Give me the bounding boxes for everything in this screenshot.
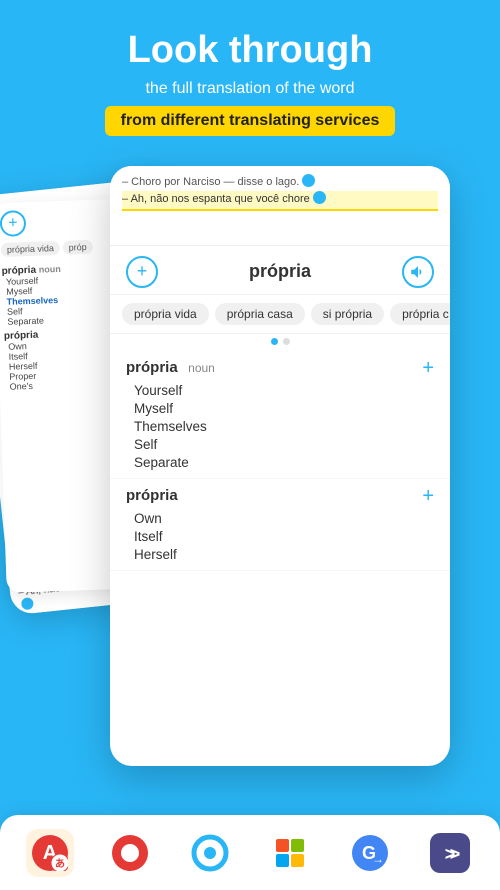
overlay-icon — [21, 597, 34, 610]
entry-item-itself[interactable]: Itself — [134, 528, 434, 546]
dict-panel: + própria própria vida própria casa si p… — [110, 246, 450, 571]
sidebar-panel-inner: + própria vida próp própria noun Yoursel… — [0, 199, 120, 400]
entry-word-2: própria — [126, 487, 178, 504]
tab-propria-vida[interactable]: própria vida — [122, 303, 209, 325]
subheadline: the full translation of the word — [20, 80, 480, 98]
win-sq-blue — [276, 854, 289, 867]
sidebar-pills: própria vida próp — [1, 239, 110, 263]
add-circle-btn[interactable]: + — [126, 256, 158, 288]
entry-item-yourself[interactable]: Yourself — [134, 382, 434, 400]
app-a-svg: A あ — [32, 835, 68, 871]
top-section: Look through the full translation of the… — [0, 0, 500, 156]
windows-grid — [276, 839, 304, 867]
dot-active — [271, 338, 278, 345]
app-git-icon[interactable]: > > — [426, 829, 474, 877]
entry-items-1: Yourself Myself Themselves Self Separate — [126, 382, 434, 472]
tab-propria-c[interactable]: própria c — [390, 303, 450, 325]
entry-word-1: própria — [126, 359, 178, 376]
entry-header-2: própria + — [126, 485, 434, 508]
entry-block-2: própria + Own Itself Herself — [110, 479, 450, 571]
speaker-btn[interactable] — [402, 256, 434, 288]
tabs-row: própria vida própria casa si própria pró… — [110, 295, 450, 334]
git-svg: > > — [430, 833, 470, 873]
front-top-context: – Choro por Narciso — disse o lago. – Ah… — [110, 166, 450, 246]
tab-si-propria[interactable]: si própria — [311, 303, 384, 325]
win-sq-green — [291, 839, 304, 852]
context-icon-2 — [313, 191, 326, 204]
dict-word: própria — [158, 261, 402, 282]
entry-pos-1: noun — [188, 361, 215, 375]
entry-header-1: própria noun + — [126, 357, 434, 380]
phone-front: – Choro por Narciso — disse o lago. – Ah… — [110, 166, 450, 766]
app-ring-icon[interactable] — [186, 829, 234, 877]
google-translate-svg: G → — [350, 833, 390, 873]
context-line-1: – Choro por Narciso — disse o lago. — [122, 174, 438, 192]
entry-add-btn-2[interactable]: + — [422, 485, 434, 508]
entry-item-myself[interactable]: Myself — [134, 400, 434, 418]
highlight-bar: from different translating services — [105, 106, 396, 136]
phone-area: 2:02 ▲▼◻ 16% rose, it salgadas. – Por qu… — [0, 166, 500, 786]
context-highlighted-line: – Ah, não nos espanta que você chore — [122, 191, 438, 211]
app-circle-svg — [110, 833, 150, 873]
svg-text:あ: あ — [55, 857, 65, 870]
dots-row — [110, 334, 450, 347]
dict-entries: própria noun + Yourself Myself Themselve… — [110, 347, 450, 571]
entry-item-themselves[interactable]: Themselves — [134, 418, 434, 436]
entry-item-own[interactable]: Own — [134, 510, 434, 528]
app-windows-icon[interactable] — [266, 829, 314, 877]
dict-header: + própria — [110, 246, 450, 295]
entry-item-self[interactable]: Self — [134, 436, 434, 454]
speaker-icon — [409, 263, 427, 281]
app-red-circle-icon[interactable] — [106, 829, 154, 877]
svg-text:>: > — [450, 844, 461, 864]
entry-item-herself[interactable]: Herself — [134, 546, 434, 564]
sidebar-entry-2: própria Own Itself Herself Proper One's — [4, 327, 114, 392]
sidebar-panel: + própria vida próp própria noun Yoursel… — [0, 199, 127, 593]
sidebar-add-btn[interactable]: + — [0, 210, 26, 237]
win-sq-yellow — [291, 854, 304, 867]
sidebar-entry-1: própria noun Yourself Myself Themselves … — [1, 262, 111, 327]
context-icon-1 — [302, 174, 315, 187]
dot-inactive — [283, 338, 290, 345]
win-sq-red — [276, 839, 289, 852]
sidebar-pill-1[interactable]: própria vida — [1, 241, 60, 257]
sidebar-pill-2[interactable]: próp — [62, 240, 92, 255]
entry-add-btn-1[interactable]: + — [422, 357, 434, 380]
svg-text:→: → — [372, 852, 384, 866]
entry-item-separate[interactable]: Separate — [134, 454, 434, 472]
app-ring-svg — [190, 833, 230, 873]
entry-items-2: Own Itself Herself — [126, 510, 434, 564]
app-translate-a-icon[interactable]: A あ — [26, 829, 74, 877]
tab-propria-casa[interactable]: própria casa — [215, 303, 305, 325]
app-google-translate-icon[interactable]: G → — [346, 829, 394, 877]
entry-block-1: própria noun + Yourself Myself Themselve… — [110, 351, 450, 479]
headline: Look through — [20, 30, 480, 72]
app-bar: A あ G → — [0, 815, 500, 890]
